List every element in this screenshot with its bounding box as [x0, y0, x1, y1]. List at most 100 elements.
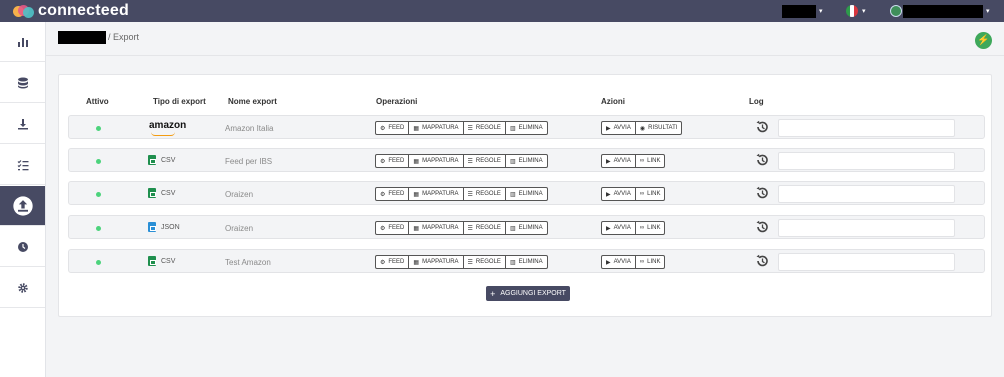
- table-row: CSV Feed per IBS ⚙ FEED ▦ MAPPATURA ☰ REGOL…: [68, 148, 985, 172]
- chevron-down-icon[interactable]: ▾: [986, 7, 990, 15]
- log-field[interactable]: [778, 185, 955, 203]
- grid-icon: ▦: [413, 158, 420, 165]
- log-field[interactable]: [778, 219, 955, 237]
- link-button[interactable]: ∞ LINK: [636, 256, 665, 268]
- play-icon: ▶: [606, 158, 611, 165]
- active-indicator: [96, 192, 101, 197]
- elimina-button[interactable]: ▥ ELIMINA: [506, 188, 547, 200]
- redacted-account[interactable]: [782, 5, 816, 18]
- italy-flag-icon[interactable]: [846, 5, 858, 17]
- add-export-button[interactable]: + AGGIUNGI EXPORT: [486, 286, 570, 301]
- sidebar-item-settings[interactable]: [0, 268, 45, 308]
- mappatura-button[interactable]: ▦ MAPPATURA: [409, 188, 464, 200]
- gear-icon: [17, 282, 28, 293]
- link-icon: ∞: [639, 225, 645, 231]
- feed-button[interactable]: ⚙ FEED: [376, 222, 410, 234]
- clock-icon: [17, 241, 28, 252]
- sidebar-item-import[interactable]: [0, 104, 45, 144]
- database-icon: [17, 77, 28, 88]
- logo-mark-icon: [13, 4, 35, 18]
- link-icon: ∞: [639, 191, 645, 197]
- history-icon[interactable]: [755, 254, 769, 268]
- bolt-icon[interactable]: ⚡: [975, 32, 992, 49]
- history-icon[interactable]: [755, 153, 769, 167]
- sidebar-item-history[interactable]: [0, 227, 45, 267]
- avvia-button[interactable]: ▶ AVVIA: [602, 188, 636, 200]
- grid-icon: ▦: [413, 225, 420, 232]
- app-name: connecteed: [38, 2, 129, 19]
- avvia-button[interactable]: ▶ AVVIA: [602, 222, 636, 234]
- actions-group: ▶ AVVIA ∞ LINK: [601, 154, 666, 168]
- history-icon[interactable]: [755, 120, 769, 134]
- link-button[interactable]: ∞ LINK: [636, 155, 665, 167]
- checklist-icon: [17, 159, 28, 170]
- breadcrumb-current: / Export: [108, 32, 140, 42]
- mappatura-button[interactable]: ▦ MAPPATURA: [409, 222, 464, 234]
- link-icon: ∞: [639, 259, 645, 265]
- chart-icon: [17, 37, 28, 47]
- table-row: amazon Amazon Italia ⚙ FEED ▦ MAPPATURA ☰ R…: [68, 115, 985, 139]
- chevron-down-icon[interactable]: ▾: [819, 7, 823, 15]
- redacted-username[interactable]: [903, 5, 983, 18]
- active-indicator: [96, 260, 101, 265]
- active-indicator: [96, 226, 101, 231]
- avvia-button[interactable]: ▶ AVVIA: [602, 155, 636, 167]
- log-field[interactable]: [778, 152, 955, 170]
- history-icon[interactable]: [755, 220, 769, 234]
- list-icon: ☰: [467, 259, 473, 266]
- regole-button[interactable]: ☰ REGOLE: [464, 122, 506, 134]
- regole-button[interactable]: ☰ REGOLE: [464, 222, 506, 234]
- log-field[interactable]: [778, 119, 955, 137]
- grid-icon: ▦: [413, 191, 420, 198]
- elimina-button[interactable]: ▥ ELIMINA: [506, 122, 547, 134]
- avvia-button[interactable]: ▶ AVVIA: [602, 122, 636, 134]
- plus-icon: +: [490, 288, 496, 299]
- actions-group: ▶ AVVIA ∞ LINK: [601, 255, 666, 269]
- json-file-icon: [148, 222, 156, 232]
- regole-button[interactable]: ☰ REGOLE: [464, 256, 506, 268]
- mappatura-button[interactable]: ▦ MAPPATURA: [409, 155, 464, 167]
- trash-icon: ▥: [509, 125, 516, 132]
- sidebar-item-export[interactable]: [0, 186, 45, 226]
- sidebar-item-dashboard[interactable]: [0, 22, 45, 62]
- gear-icon: ⚙: [380, 125, 386, 132]
- mappatura-button[interactable]: ▦ MAPPATURA: [409, 122, 464, 134]
- actions-group: ▶ AVVIA ◉ RISULTATI: [601, 121, 683, 135]
- elimina-button[interactable]: ▥ ELIMINA: [506, 256, 547, 268]
- avatar[interactable]: [890, 5, 902, 17]
- link-icon: ∞: [639, 158, 645, 164]
- spreadsheet-icon: [148, 256, 156, 266]
- header-operazioni: Operazioni: [376, 97, 418, 106]
- regole-button[interactable]: ☰ REGOLE: [464, 188, 506, 200]
- breadcrumb: / Export: [58, 30, 139, 44]
- table-row: CSV Test Amazon ⚙ FEED ▦ MAPPATURA ☰ REGOLE…: [68, 249, 985, 273]
- feed-button[interactable]: ⚙ FEED: [376, 188, 410, 200]
- mappatura-button[interactable]: ▦ MAPPATURA: [409, 256, 464, 268]
- elimina-button[interactable]: ▥ ELIMINA: [506, 222, 547, 234]
- avvia-button[interactable]: ▶ AVVIA: [602, 256, 636, 268]
- actions-group: ▶ AVVIA ∞ LINK: [601, 221, 666, 235]
- regole-button[interactable]: ☰ REGOLE: [464, 155, 506, 167]
- sidebar-item-database[interactable]: [0, 63, 45, 103]
- log-field[interactable]: [778, 253, 955, 271]
- history-icon[interactable]: [755, 186, 769, 200]
- link-button[interactable]: ∞ LINK: [636, 222, 665, 234]
- redacted-breadcrumb-root[interactable]: [58, 30, 106, 44]
- spreadsheet-icon: [148, 155, 156, 165]
- sidebar-item-tasks[interactable]: [0, 145, 45, 185]
- export-name: Test Amazon: [225, 258, 271, 267]
- app-logo[interactable]: connecteed: [13, 2, 129, 20]
- feed-button[interactable]: ⚙ FEED: [376, 155, 410, 167]
- chevron-down-icon[interactable]: ▾: [862, 7, 866, 15]
- grid-icon: ▦: [413, 125, 420, 132]
- link-button[interactable]: ∞ LINK: [636, 188, 665, 200]
- download-icon: [17, 118, 28, 129]
- risultati-button[interactable]: ◉ RISULTATI: [636, 122, 682, 134]
- elimina-button[interactable]: ▥ ELIMINA: [506, 155, 547, 167]
- table-row: JSON Oraizen ⚙ FEED ▦ MAPPATURA ☰ REGOLE ▥ E…: [68, 215, 985, 239]
- feed-button[interactable]: ⚙ FEED: [376, 256, 410, 268]
- feed-button[interactable]: ⚙ FEED: [376, 122, 410, 134]
- gear-icon: ⚙: [380, 158, 386, 165]
- sidebar: [0, 22, 46, 377]
- export-name: Feed per IBS: [225, 157, 273, 166]
